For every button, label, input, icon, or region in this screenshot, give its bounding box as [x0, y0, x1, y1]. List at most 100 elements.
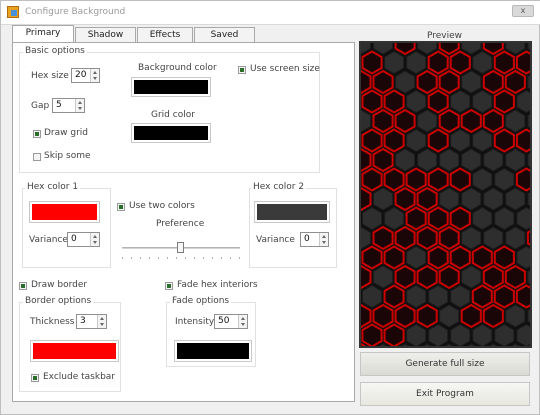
fade-hex-interiors-checkbox[interactable]	[165, 282, 173, 290]
red-hex	[416, 303, 438, 329]
red-hex	[482, 69, 504, 95]
gap-stepper[interactable]: 5	[52, 98, 85, 113]
thickness-label: Thickness	[30, 317, 75, 327]
dark-hex	[505, 226, 526, 250]
dark-hex	[362, 206, 383, 231]
grid-color-fill	[134, 126, 208, 140]
red-hex	[372, 69, 394, 95]
red-hex	[416, 225, 438, 251]
tab-saved-settings[interactable]: Saved settings	[194, 27, 255, 54]
stepper-arrows-icon[interactable]	[90, 69, 99, 82]
draw-grid-checkbox[interactable]	[33, 130, 41, 138]
red-hex	[394, 108, 416, 134]
dark-hex	[417, 148, 438, 172]
red-hex	[449, 206, 471, 231]
stepper-arrows-icon[interactable]	[97, 315, 106, 328]
preference-slider[interactable]	[122, 240, 240, 260]
dark-hex	[439, 148, 460, 172]
variance-1-label: Variance	[29, 235, 68, 245]
red-hex	[427, 128, 449, 153]
stepper-arrows-icon[interactable]	[90, 233, 99, 246]
skip-some-label: Skip some	[44, 151, 91, 161]
skip-some-checkbox[interactable]	[33, 153, 41, 161]
stepper-arrows-icon[interactable]	[319, 233, 328, 246]
red-hex	[427, 50, 449, 75]
close-button[interactable]: x	[512, 5, 534, 17]
dark-hex	[461, 226, 482, 250]
fade-color-swatch[interactable]	[174, 340, 252, 362]
dark-hex	[461, 70, 482, 94]
grid-color-swatch[interactable]	[131, 123, 211, 143]
fade-hex-interiors-label: Fade hex interiors	[177, 280, 258, 290]
hex-color-2-swatch[interactable]	[254, 201, 330, 223]
exit-program-button[interactable]: Exit Program	[360, 382, 530, 406]
thickness-stepper[interactable]: 3	[76, 314, 107, 329]
use-screen-size-checkbox[interactable]	[238, 66, 246, 74]
red-hex	[405, 206, 427, 231]
grid-color-label: Grid color	[151, 110, 195, 120]
variance-1-stepper[interactable]: 0	[67, 232, 100, 247]
draw-border-checkbox[interactable]	[19, 282, 27, 290]
red-hex	[504, 69, 526, 95]
red-hex	[416, 69, 438, 95]
gap-label: Gap	[31, 101, 50, 111]
exclude-taskbar-checkbox[interactable]	[31, 374, 39, 382]
use-two-colors-label: Use two colors	[129, 201, 195, 211]
variance-2-value: 0	[304, 234, 310, 244]
dark-hex	[395, 148, 416, 172]
dark-hex	[472, 167, 493, 192]
red-hex	[394, 186, 416, 212]
red-hex	[438, 264, 460, 290]
red-hex	[438, 225, 460, 251]
fade-color-fill	[177, 343, 249, 359]
dark-hex	[483, 226, 504, 250]
dark-hex	[450, 128, 471, 153]
dark-hex	[362, 284, 383, 309]
red-hex	[493, 50, 515, 75]
dark-hex	[461, 265, 482, 289]
use-two-colors-checkbox[interactable]	[117, 203, 125, 211]
hex-color-1-label: Hex color 1	[25, 182, 81, 192]
red-hex	[482, 108, 504, 134]
dark-hex	[417, 109, 438, 133]
red-hex	[394, 225, 416, 251]
red-hex	[482, 303, 504, 329]
red-hex	[372, 108, 394, 134]
hex-size-label: Hex size	[31, 71, 69, 81]
red-hex	[427, 206, 449, 231]
preview-label: Preview	[427, 31, 463, 41]
red-hex	[416, 264, 438, 290]
red-hex	[449, 245, 471, 270]
tab-effects-layer[interactable]: Effects layer	[137, 27, 193, 54]
dark-hex	[483, 187, 504, 211]
border-color-fill	[33, 343, 116, 359]
red-hex	[515, 128, 530, 153]
hex-color-1-swatch[interactable]	[29, 201, 100, 223]
generate-full-size-button[interactable]: Generate full size	[360, 352, 530, 376]
dark-hex	[505, 109, 526, 133]
intensity-stepper[interactable]: 50	[214, 314, 248, 329]
red-hex	[372, 303, 394, 329]
tab-shadow-layer[interactable]: Shadow layer	[75, 27, 136, 54]
stepper-arrows-icon[interactable]	[75, 99, 84, 112]
border-color-swatch[interactable]	[30, 340, 119, 362]
dark-hex	[395, 70, 416, 94]
hex-color-1-group	[22, 188, 111, 268]
preference-label: Preference	[156, 219, 205, 229]
variance-2-label: Variance	[256, 235, 295, 245]
hex-color-2-fill	[257, 204, 327, 220]
slider-thumb[interactable]	[177, 242, 184, 253]
variance-2-stepper[interactable]: 0	[300, 232, 329, 247]
red-hex	[460, 108, 482, 134]
stepper-arrows-icon[interactable]	[238, 315, 247, 328]
red-hex	[383, 128, 405, 153]
hex-size-stepper[interactable]: 20	[71, 68, 100, 83]
dark-hex	[384, 50, 405, 75]
slider-ticks	[122, 257, 240, 259]
red-hex	[438, 69, 460, 95]
tab-primary-layer[interactable]: Primary layer	[12, 25, 74, 52]
background-color-swatch[interactable]	[131, 77, 211, 97]
dark-hex	[450, 89, 471, 114]
red-hex	[482, 264, 504, 290]
dark-hex	[439, 304, 460, 328]
